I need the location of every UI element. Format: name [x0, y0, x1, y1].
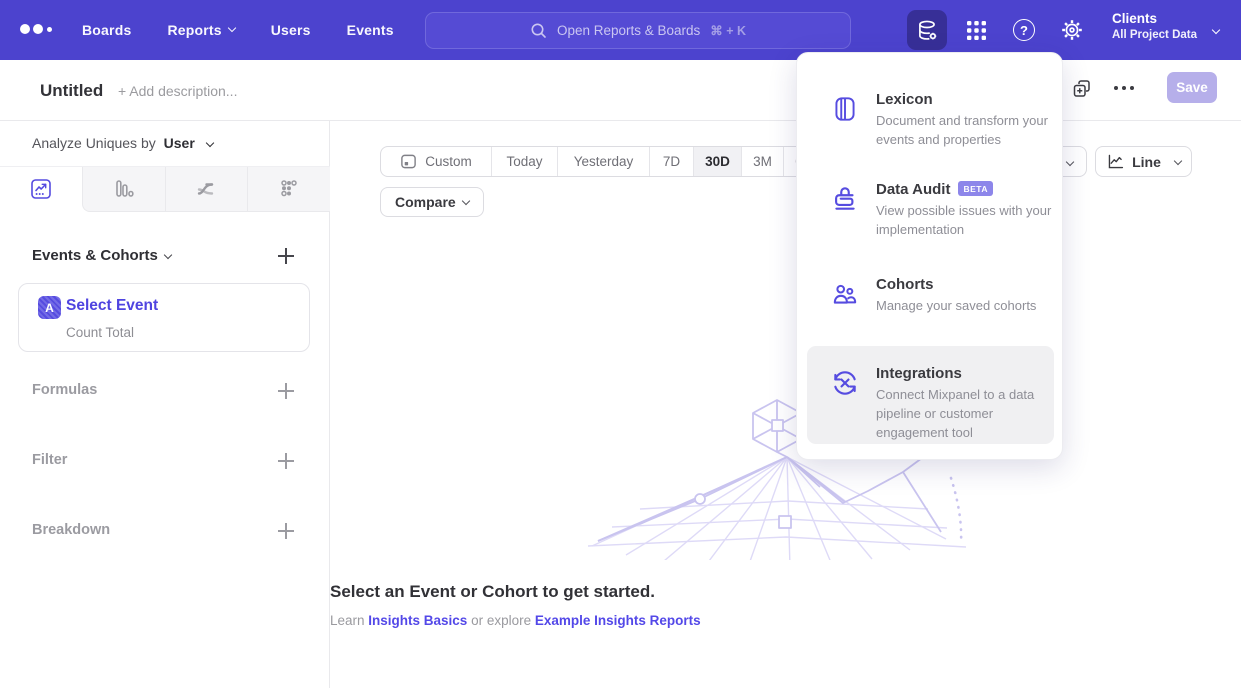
tab-bar-chart[interactable]: [82, 167, 165, 212]
grid-icon: [965, 19, 988, 42]
analyze-uniques-control: Analyze Uniques by User: [32, 135, 213, 151]
page-title[interactable]: Untitled: [40, 81, 103, 101]
select-event-label[interactable]: Select Event: [66, 297, 158, 315]
chevron-down-icon: [205, 139, 213, 147]
save-button[interactable]: Save: [1167, 72, 1217, 103]
explore-text: or explore: [471, 613, 535, 628]
ellipsis-icon: [1114, 86, 1134, 90]
nav-item-boards[interactable]: Boards: [82, 22, 131, 38]
range-30d-selected[interactable]: 30D: [693, 147, 741, 176]
range-custom[interactable]: Custom: [381, 147, 491, 176]
duplicate-report-button[interactable]: [1071, 78, 1093, 105]
help-button[interactable]: ?: [1004, 10, 1044, 50]
nav-item-events[interactable]: Events: [347, 22, 394, 38]
dots-grid-icon: [277, 177, 301, 201]
range-today[interactable]: Today: [491, 147, 557, 176]
event-card[interactable]: A Select Event Count Total: [18, 283, 310, 352]
line-style-icon: [1106, 152, 1125, 171]
chart-area: Custom Today Yesterday 7D 30D 3M 6M Comp…: [330, 121, 1241, 688]
add-event-button[interactable]: [278, 248, 294, 264]
empty-state-subtitle: Learn Insights Basics or explore Example…: [330, 613, 1241, 628]
gear-icon: [1060, 18, 1084, 42]
analyze-label: Analyze Uniques by: [32, 135, 156, 151]
integrations-sync-icon: [830, 368, 860, 398]
help-icon: ?: [1013, 19, 1035, 41]
add-description-field[interactable]: + Add description...: [118, 83, 237, 99]
count-total-label[interactable]: Count Total: [66, 325, 134, 340]
range-yesterday[interactable]: Yesterday: [557, 147, 649, 176]
chart-type-tabs: [0, 166, 330, 212]
chevron-down-icon: [1066, 158, 1074, 166]
breakdown-section: Breakdown: [0, 520, 330, 540]
compare-button[interactable]: Compare: [380, 187, 484, 217]
formulas-section: Formulas: [0, 380, 330, 400]
breakdown-label: Breakdown: [32, 522, 110, 538]
chevron-down-icon: [164, 251, 172, 259]
range-7d[interactable]: 7D: [649, 147, 693, 176]
project-scope: All Project Data: [1112, 29, 1197, 41]
query-builder-sidebar: Analyze Uniques by User: [0, 121, 330, 688]
add-filter-button[interactable]: [278, 453, 294, 469]
top-navbar: Boards Reports Users Events Open Reports…: [0, 0, 1241, 60]
tab-line-chart[interactable]: [0, 167, 82, 212]
more-options-button[interactable]: [1114, 86, 1134, 90]
event-letter-badge: A: [38, 296, 61, 319]
primary-nav: Boards Reports Users Events: [82, 0, 394, 60]
beta-badge: BETA: [958, 181, 993, 196]
chevron-down-icon: [227, 24, 235, 32]
insights-basics-link[interactable]: Insights Basics: [368, 613, 471, 628]
data-management-button[interactable]: [907, 10, 947, 50]
chevron-down-icon: [1212, 26, 1220, 34]
nav-item-users[interactable]: Users: [271, 22, 311, 38]
range-3m[interactable]: 3M: [741, 147, 783, 176]
example-reports-link[interactable]: Example Insights Reports: [535, 613, 701, 628]
chart-style-dropdown[interactable]: Line: [1095, 146, 1192, 177]
add-breakdown-button[interactable]: [278, 523, 294, 539]
search-icon: [530, 22, 547, 39]
duplicate-icon: [1071, 78, 1093, 100]
lexicon-book-icon: [830, 94, 860, 124]
project-name: Clients: [1112, 11, 1197, 26]
formulas-label: Formulas: [32, 382, 97, 398]
flow-icon: [194, 177, 218, 201]
line-chart-icon: [29, 177, 53, 201]
events-cohorts-header[interactable]: Events & Cohorts: [32, 247, 171, 264]
data-audit-icon: [830, 184, 860, 214]
cohorts-people-icon: [830, 279, 860, 309]
search-shortcut: ⌘ + K: [710, 23, 746, 38]
empty-state-title: Select an Event or Cohort to get started…: [330, 582, 1241, 602]
add-formula-button[interactable]: [278, 383, 294, 399]
project-switcher[interactable]: Clients All Project Data: [1112, 11, 1197, 41]
tab-metrics[interactable]: [247, 167, 330, 212]
mixpanel-logo-icon[interactable]: [20, 24, 52, 34]
filter-section: Filter: [0, 450, 330, 470]
database-gear-icon: [915, 18, 940, 43]
calendar-icon: [400, 153, 417, 170]
analyze-value-dropdown[interactable]: User: [164, 135, 195, 151]
bar-chart-icon: [112, 177, 136, 201]
global-search-input[interactable]: Open Reports & Boards ⌘ + K: [425, 12, 851, 49]
date-range-control: Custom Today Yesterday 7D 30D 3M 6M: [380, 146, 826, 177]
tab-flow-chart[interactable]: [165, 167, 248, 212]
data-management-menu: Lexicon Document and transform your even…: [796, 52, 1063, 460]
search-placeholder: Open Reports & Boards: [557, 23, 700, 38]
apps-grid-button[interactable]: [956, 10, 996, 50]
settings-button[interactable]: [1052, 10, 1092, 50]
filter-label: Filter: [32, 452, 67, 468]
nav-item-reports[interactable]: Reports: [167, 22, 234, 38]
learn-text: Learn: [330, 613, 368, 628]
